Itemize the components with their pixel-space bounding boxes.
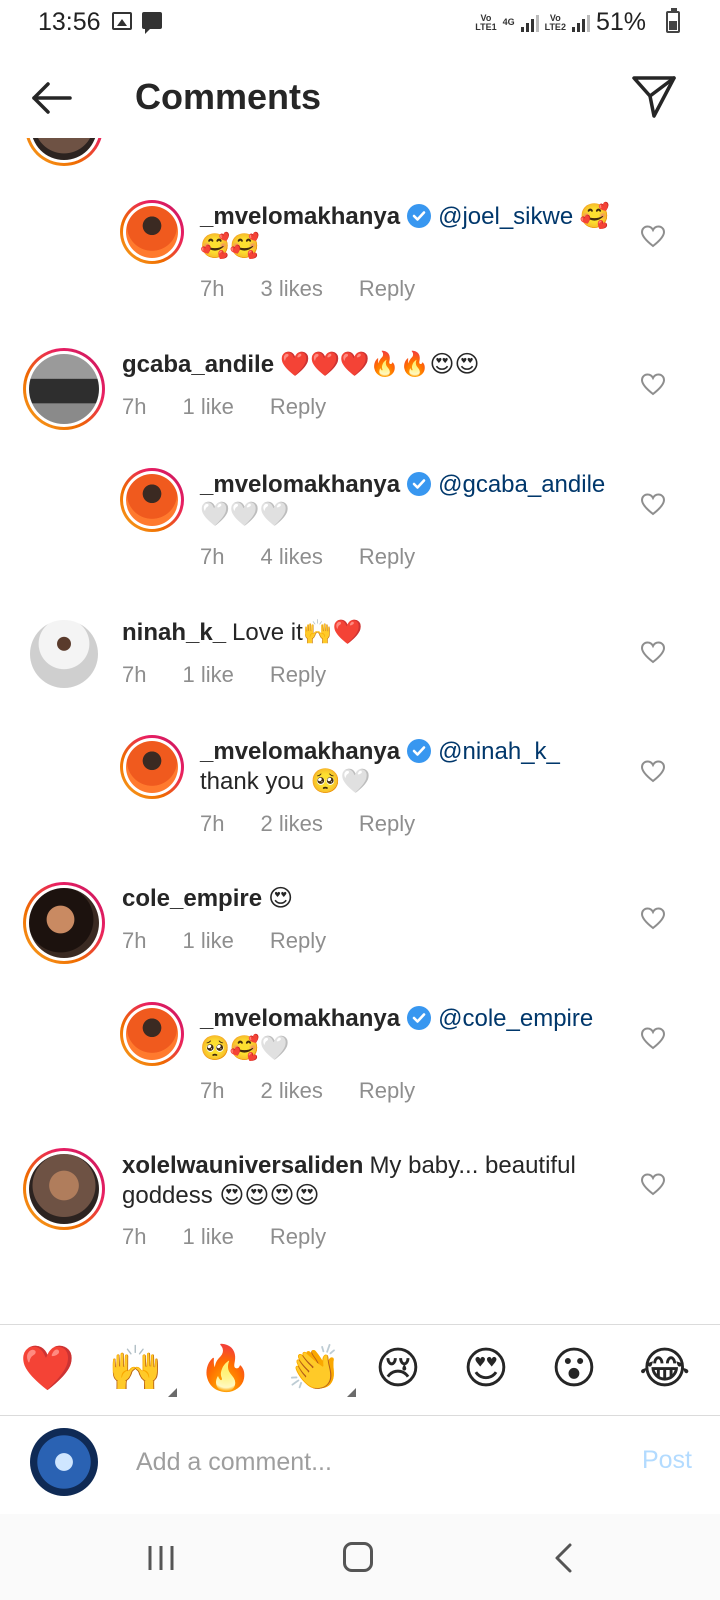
quick-reactions-bar: ❤️ 🙌 🔥 👏 😢 😍 😮 😂 [0,1324,720,1416]
avatar[interactable] [23,1148,105,1230]
reaction-clap-emoji[interactable]: 👏 [287,1343,356,1397]
comment-likes[interactable]: 3 likes [260,276,322,302]
comments-list[interactable]: _mvelomakhanya @joel_sikwe 🥰🥰🥰 7h 3 likes… [0,138,720,1324]
comment-username[interactable]: xolelwauniversaliden [122,1152,363,1179]
message-notification-icon [142,12,162,34]
verified-badge-icon [407,1006,432,1030]
comment-likes[interactable]: 1 like [182,928,233,954]
comment-username[interactable]: cole_empire [122,885,262,912]
comment-username[interactable]: ninah_k_ [122,619,226,646]
comment-username[interactable]: gcaba_andile [122,351,274,378]
comment-likes[interactable]: 4 likes [260,544,322,570]
signal1-icon [520,14,539,32]
back-arrow-icon[interactable] [28,74,76,122]
reply-button[interactable]: Reply [270,1224,326,1250]
like-heart-icon[interactable] [640,492,666,518]
avatar[interactable] [23,882,105,964]
comment-time: 7h [200,811,225,836]
avatar[interactable] [120,468,184,532]
status-bar: 13:56 Vo LTE1 4G Vo LTE2 51% [0,0,720,44]
reply-button[interactable]: Reply [359,811,415,837]
recent-apps-icon[interactable] [146,1544,176,1572]
home-icon[interactable] [343,1542,373,1572]
comment-likes[interactable]: 1 like [182,394,233,420]
comment-text: 🥺🥰🤍 [200,1035,290,1062]
status-indicators: Vo LTE1 4G Vo LTE2 51% [475,8,670,37]
comment-likes[interactable]: 1 like [182,662,233,688]
comment-text: 😍 [268,885,294,912]
avatar[interactable] [120,200,184,264]
comment-time: 7h [122,662,147,687]
verified-badge-icon [407,204,432,228]
reply-button[interactable]: Reply [359,544,415,570]
comment-username[interactable]: _mvelomakhanya [200,471,400,498]
comment-time: 7h [200,544,225,569]
reply-button[interactable]: Reply [359,276,415,302]
reaction-fire-emoji[interactable]: 🔥 [198,1343,253,1395]
scrolled-avatar [25,138,103,166]
comment-username[interactable]: _mvelomakhanya [200,203,400,230]
comment-mention[interactable]: @joel_sikwe [438,203,573,230]
reaction-crying-emoji[interactable]: 😢 [375,1343,421,1395]
share-paper-plane-icon[interactable] [630,72,678,120]
my-avatar [30,1428,98,1496]
reaction-surprised-emoji[interactable]: 😮 [551,1343,597,1395]
like-heart-icon[interactable] [640,1026,666,1052]
reaction-heart-emoji[interactable]: ❤️ [20,1343,75,1395]
signal2-icon [571,14,590,32]
battery-percent: 51% [595,8,646,36]
comment-likes[interactable]: 1 like [182,1224,233,1250]
like-heart-icon[interactable] [640,906,666,932]
battery-icon [666,8,680,33]
comment-mention[interactable]: @gcaba_andile [438,471,605,498]
comment-text: Love it🙌❤️ [232,619,363,646]
comment-time: 7h [122,1224,147,1249]
like-heart-icon[interactable] [640,640,666,666]
reply-button[interactable]: Reply [270,662,326,688]
comment-time: 7h [200,1078,225,1103]
comment-username[interactable]: _mvelomakhanya [200,738,400,765]
comment-time: 7h [122,394,147,419]
comment-mention[interactable]: @ninah_k_ [438,738,560,765]
avatar[interactable] [23,348,105,430]
network-type: 4G [502,17,515,27]
comment-text: thank you 🥺🤍 [200,768,371,795]
like-heart-icon[interactable] [640,372,666,398]
like-heart-icon[interactable] [640,224,666,250]
volte1-icon: Vo LTE1 [475,12,497,32]
comment-time: 7h [122,928,147,953]
like-heart-icon[interactable] [640,1172,666,1198]
reaction-laughing-emoji[interactable]: 😂 [639,1343,690,1395]
page-title: Comments [135,76,322,117]
comment-text: 🤍🤍🤍 [200,501,290,528]
comment-text: ❤️❤️❤️🔥🔥😍😍 [280,351,480,378]
comments-header: Comments [0,54,720,138]
status-time: 13:56 [38,8,101,36]
comment-mention[interactable]: @cole_empire [438,1005,593,1032]
post-button[interactable]: Post [642,1446,692,1475]
gallery-notification-icon [112,12,132,30]
reaction-heart-eyes-emoji[interactable]: 😍 [463,1343,509,1395]
reaction-raised-hands-emoji[interactable]: 🙌 [108,1343,177,1397]
reply-button[interactable]: Reply [359,1078,415,1104]
comment-composer: Post [0,1418,720,1514]
comment-time: 7h [200,276,225,301]
avatar[interactable] [120,735,184,799]
system-navigation-bar [0,1514,720,1600]
comment-likes[interactable]: 2 likes [260,811,322,837]
comment-username[interactable]: _mvelomakhanya [200,1005,400,1032]
like-heart-icon[interactable] [640,759,666,785]
avatar[interactable] [120,1002,184,1066]
verified-badge-icon [407,472,432,496]
comment-input[interactable] [136,1440,606,1484]
verified-badge-icon [407,739,432,763]
volte2-icon: Vo LTE2 [544,12,566,32]
reply-button[interactable]: Reply [270,394,326,420]
nav-back-icon[interactable] [552,1542,576,1574]
comment-likes[interactable]: 2 likes [260,1078,322,1104]
reply-button[interactable]: Reply [270,928,326,954]
avatar[interactable] [30,620,98,688]
